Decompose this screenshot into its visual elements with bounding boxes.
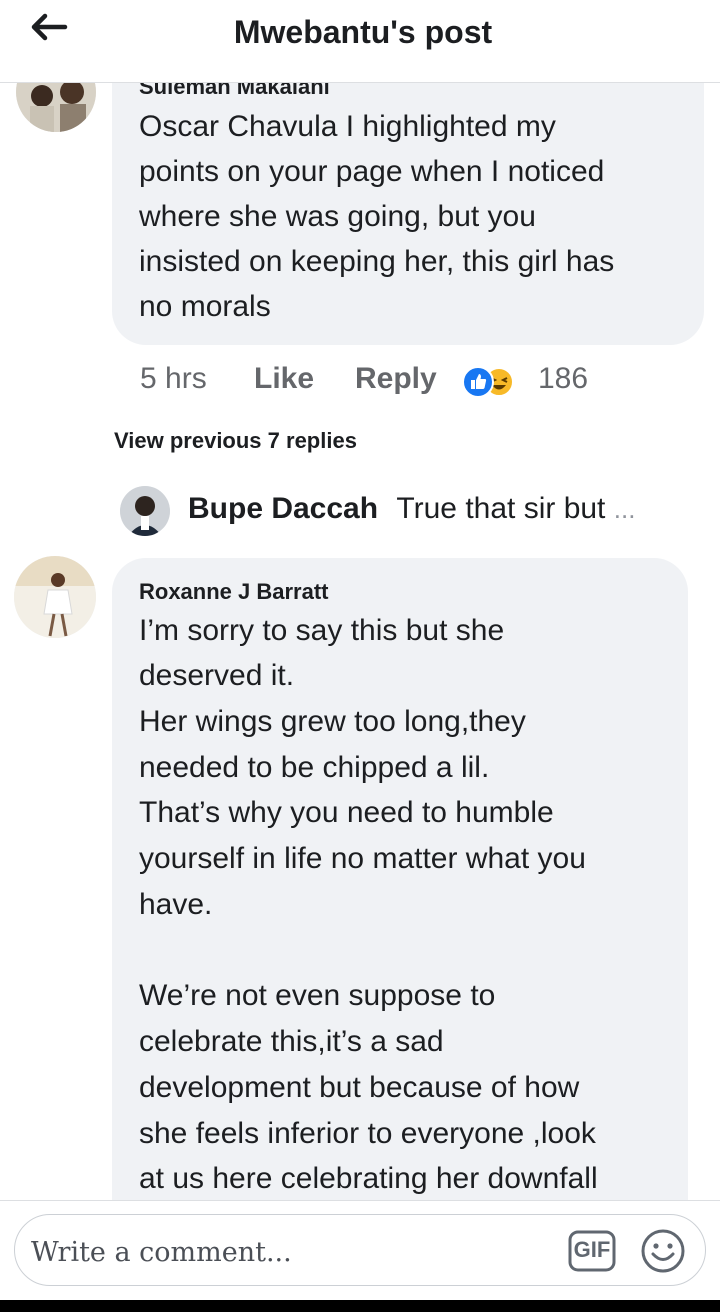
- comment-line: deserved it.: [139, 659, 295, 692]
- page-title: Mwebantu's post: [233, 14, 493, 50]
- comment-line: insisted on keeping her, this girl has: [139, 245, 615, 278]
- like-reaction-icon: [462, 366, 494, 398]
- emoji-button[interactable]: [639, 1227, 687, 1275]
- comment-line: celebrate this,it’s a sad: [139, 1025, 444, 1058]
- comment-line: We’re not even suppose to: [139, 979, 496, 1012]
- avatar[interactable]: [14, 556, 96, 638]
- comment-line: at us here celebrating her downfall: [139, 1162, 598, 1195]
- top-bar: Mwebantu's post: [0, 0, 720, 83]
- like-button[interactable]: Like: [254, 362, 314, 396]
- comment-line: needed to be chipped a lil.: [139, 751, 490, 784]
- comment-composer[interactable]: GIF: [14, 1214, 706, 1286]
- reply-preview[interactable]: Bupe Daccah True that sir but ...: [188, 492, 635, 526]
- comment-line: no morals: [139, 290, 271, 323]
- comment-line: points on your page when I noticed: [139, 155, 605, 188]
- reply-author: Bupe Daccah: [188, 492, 379, 525]
- comment-line: yourself in life no matter what you: [139, 842, 586, 875]
- comment-line: Oscar Chavula I highlighted my: [139, 110, 556, 143]
- comment-line: Her wings grew too long,they: [139, 705, 526, 738]
- gif-button[interactable]: GIF: [567, 1229, 617, 1273]
- comment-author[interactable]: Roxanne J Barratt: [139, 579, 329, 605]
- reaction-count: 186: [538, 362, 589, 395]
- avatar-photo: [14, 556, 96, 638]
- comment-line: development but because of how: [139, 1071, 580, 1104]
- avatar-photo: [120, 486, 170, 536]
- smiley-icon: [641, 1229, 685, 1273]
- screen-bottom-edge: [0, 1300, 720, 1312]
- reply-button[interactable]: Reply: [355, 362, 437, 396]
- comment-line: where she was going, but you: [139, 200, 536, 233]
- avatar[interactable]: [120, 486, 170, 536]
- comment-input[interactable]: [29, 1233, 553, 1271]
- reactions-summary[interactable]: 186: [462, 362, 602, 400]
- view-previous-replies-link[interactable]: View previous 7 replies: [114, 428, 357, 454]
- comment-timestamp: 5 hrs: [140, 362, 207, 395]
- comment-line: That’s why you need to humble: [139, 796, 554, 829]
- ellipsis: ...: [613, 494, 636, 524]
- comment-line: I’m sorry to say this but she: [139, 614, 505, 647]
- gif-label: GIF: [573, 1237, 611, 1262]
- reply-text: True that sir but: [396, 492, 606, 525]
- comment-line: she feels inferior to everyone ,look: [139, 1117, 596, 1150]
- comment-line: have.: [139, 888, 213, 921]
